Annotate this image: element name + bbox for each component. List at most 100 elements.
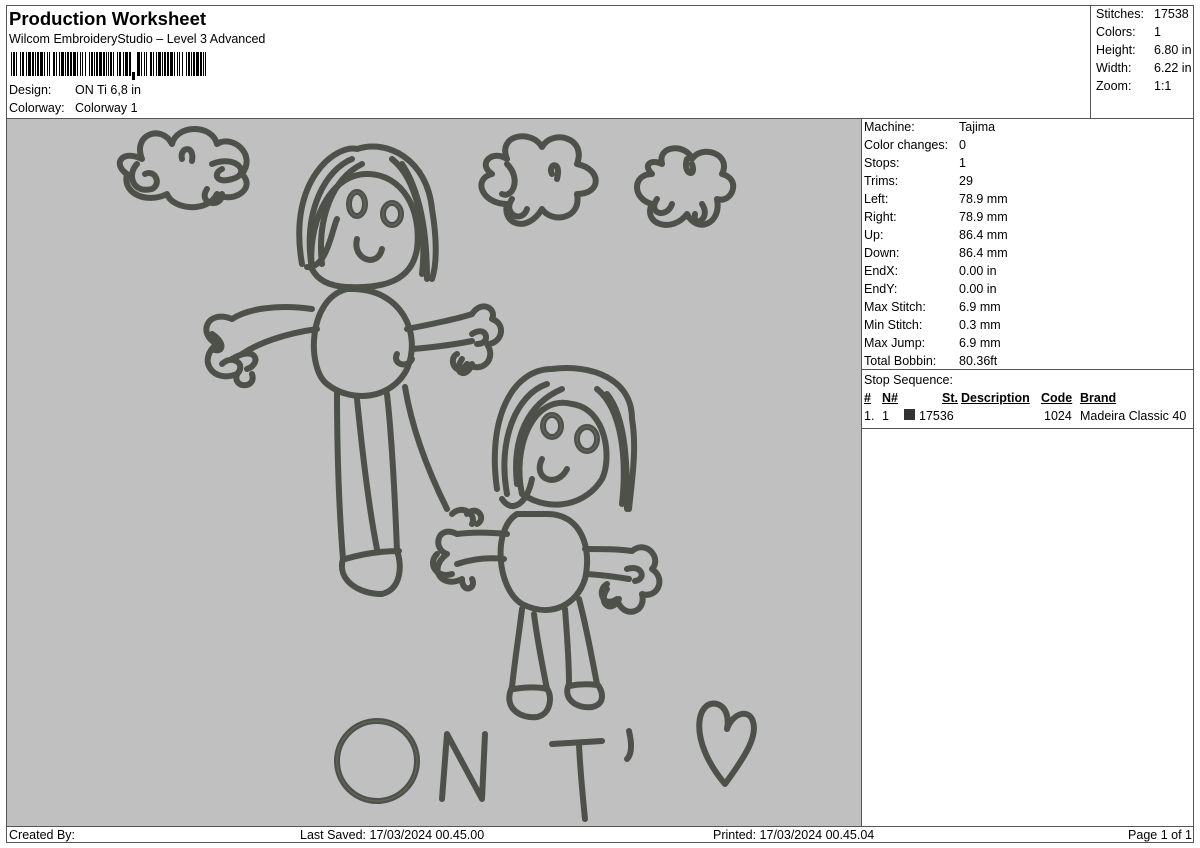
figure-small [434, 365, 663, 721]
info-value: 0.3 mm [959, 318, 1001, 332]
width-label: Width: [1096, 61, 1132, 75]
info-value: 1 [959, 156, 966, 170]
divider [862, 428, 1194, 429]
info-label: Trims: [864, 174, 899, 188]
info-label: Up: [864, 228, 884, 242]
cloud-left [116, 126, 250, 211]
barcode-bar [203, 52, 204, 76]
info-value: 78.9 mm [959, 210, 1008, 224]
info-label: Max Stitch: [864, 300, 926, 314]
production-worksheet: Production Worksheet Wilcom EmbroiderySt… [6, 5, 1194, 843]
stitches-row: Stitches: 17538 [1096, 7, 1189, 21]
machine-info-panel: Machine: Tajima Color changes: 0 Stops: 1 Trim… [862, 119, 1194, 826]
table-row: 1. 1 17536 1024 Madeira Classic 40 [862, 409, 1194, 427]
info-row: EndY: 0.00 in [864, 282, 997, 296]
info-value: 6.9 mm [959, 300, 1001, 314]
barcode-bar [156, 52, 157, 76]
barcode-bar [70, 52, 72, 76]
info-row: Color changes: 0 [864, 138, 966, 152]
worksheet-footer: Created By: Last Saved: 17/03/2024 00.45… [7, 826, 1194, 843]
barcode-bar [205, 52, 206, 76]
zoom-row: Zoom: 1:1 [1096, 79, 1171, 93]
cell-brand: Madeira Classic 40 [1080, 409, 1187, 423]
barcode-bar [91, 52, 93, 76]
embroidery-drawing [116, 126, 757, 822]
info-value: 78.9 mm [959, 192, 1008, 206]
barcode-bar [177, 52, 178, 76]
column-header-description: Description [961, 391, 1030, 405]
colorway-row: Colorway: Colorway 1 [9, 101, 138, 115]
barcode-bar [37, 52, 39, 76]
barcode-bar [80, 52, 81, 76]
info-label: Color changes: [864, 138, 949, 152]
barcode-bar [113, 52, 114, 76]
cell-idx: 1. [864, 409, 875, 423]
cloud-middle [478, 133, 599, 227]
barcode-bar [85, 52, 86, 76]
barcode-bar [61, 52, 64, 76]
info-row: EndX: 0.00 in [864, 264, 997, 278]
software-subtitle: Wilcom EmbroideryStudio – Level 3 Advanc… [9, 32, 266, 46]
barcode-bar [108, 52, 109, 76]
embroidery-preview [7, 119, 862, 826]
colors-row: Colors: 1 [1096, 25, 1161, 39]
barcode-bar [117, 52, 118, 76]
thread-color-swatch [904, 409, 915, 420]
barcode-bar [119, 52, 121, 76]
barcode-bar [73, 52, 76, 76]
info-row: Down: 86.4 mm [864, 246, 1008, 260]
info-label: Down: [864, 246, 900, 260]
design-label: Design: [9, 83, 52, 97]
barcode-bar [200, 52, 202, 76]
barcode-bar [35, 52, 36, 76]
info-label: Min Stitch: [864, 318, 923, 332]
info-label: EndY: [864, 282, 898, 296]
info-row: Max Stitch: 6.9 mm [864, 300, 1001, 314]
height-row: Height: 6.80 in [1096, 43, 1192, 57]
stop-sequence-title: Stop Sequence: [864, 373, 953, 387]
barcode-bar [182, 52, 183, 76]
info-value: 0.00 in [959, 282, 997, 296]
barcode-bar [67, 52, 69, 76]
barcode-bar [56, 52, 57, 76]
barcode-bar [174, 52, 175, 76]
colors-label: Colors: [1096, 25, 1136, 39]
barcode-bar [191, 52, 192, 76]
barcode-bar [144, 52, 145, 76]
stitched-lettering [334, 700, 757, 822]
barcode-bar [137, 52, 140, 76]
barcode-bar [20, 52, 21, 76]
barcode-bar [59, 52, 60, 76]
column-header-brand: Brand [1080, 391, 1117, 405]
stitches-value: 17538 [1154, 7, 1189, 21]
barcode-bar [65, 52, 66, 76]
barcode-bar [186, 52, 187, 76]
colorway-value: Colorway 1 [75, 101, 138, 115]
column-header-idx: # [864, 391, 871, 405]
info-label: Left: [864, 192, 889, 206]
info-row: Machine: Tajima [864, 120, 995, 134]
embroidery-stitches [116, 126, 757, 822]
last-saved: Last Saved: 17/03/2024 00.45.00 [300, 828, 485, 842]
barcode-bar [110, 52, 112, 76]
barcode-bar [153, 52, 154, 76]
colors-value: 1 [1154, 25, 1161, 39]
barcode-bar [49, 52, 50, 76]
info-value: 86.4 mm [959, 246, 1008, 260]
info-row: Max Jump: 6.9 mm [864, 336, 1001, 350]
created-by: Created By: [9, 828, 76, 842]
info-row: Left: 78.9 mm [864, 192, 1008, 206]
barcode-bar [32, 52, 34, 76]
zoom-value: 1:1 [1154, 79, 1172, 93]
info-value: 6.9 mm [959, 336, 1001, 350]
barcode-bar [16, 52, 17, 76]
barcode-bar [47, 52, 48, 76]
design-row: Design: ON Ti 6,8 in [9, 83, 141, 97]
printed-date: Printed: 17/03/2024 00.45.04 [713, 828, 875, 842]
design-summary: Stitches: 17538 Colors: 1 Height: 6.80 in W… [1090, 6, 1194, 119]
barcode-bar [106, 52, 107, 76]
barcode-bar [28, 52, 31, 76]
height-label: Height: [1096, 43, 1136, 57]
column-header-code: Code [1041, 391, 1073, 405]
design-value: ON Ti 6,8 in [75, 83, 141, 97]
